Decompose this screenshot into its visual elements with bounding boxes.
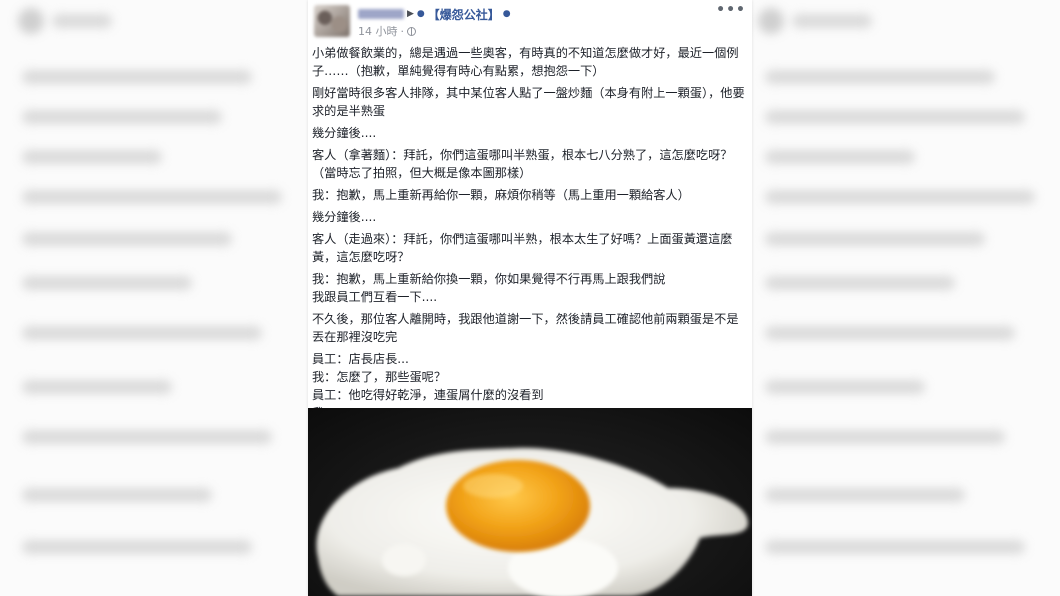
post-timestamp[interactable]: 14 小時 [358,23,398,39]
blurred-text [765,488,965,502]
post-body: 小弟做餐飲業的，總是遇過一些奧客，有時真的不知道怎麼做才好，最近一個例子……（抱… [312,44,748,422]
blurred-text [22,380,172,394]
blurred-text [765,276,955,290]
blurred-text [22,232,232,246]
blurred-text [22,70,252,84]
fried-egg-illustration [316,447,748,596]
blurred-text [52,14,112,28]
blurred-text [22,540,252,554]
blurred-text [22,488,212,502]
blurred-text [22,110,222,124]
post-paragraph: 幾分鐘後.... [312,126,377,140]
post-paragraph: 客人（走過來）：拜託，你們這蛋哪叫半熟，根本太生了好嗎？上面蛋黃還這麼黃，這怎麼… [312,232,733,264]
dialogue-line: 員工：他吃得好乾淨，連蛋屑什麼的沒看到 [312,388,544,402]
blurred-avatar [758,8,784,34]
globe-icon [407,26,416,36]
blurred-text [22,150,162,164]
post-paragraph: 不久後，那位客人離開時，我跟他道謝一下，然後請員工確認他前兩顆蛋是不是丟在那裡沒… [312,312,739,344]
blurred-author-name[interactable] [358,9,404,19]
dialogue-line: 我：怎麼了，那些蛋呢？ [312,370,447,384]
post-header: ▶ ● 【爆怨公社】 ● 14 小時 · ••• [308,0,752,40]
facebook-post: ▶ ● 【爆怨公社】 ● 14 小時 · ••• 小弟做餐飲業的，總是遇過一些奧… [308,0,752,596]
blurred-text [22,430,272,444]
blurred-text [765,232,985,246]
blurred-text [765,430,1005,444]
egg-white-bubble [382,544,426,576]
blurred-text [765,190,1035,204]
post-photo-fried-egg[interactable] [308,408,752,596]
author-line: ▶ ● 【爆怨公社】 ● [358,5,511,23]
blurred-text [765,110,1025,124]
blurred-avatar [18,8,44,34]
dialogue-line: 員工：店長店長... [312,352,409,366]
post-paragraph: 剛好當時很多客人排隊，其中某位客人點了一盤炒麵（本身有附上一顆蛋），他要求的是半… [312,86,745,118]
bullet-icon: ● [502,9,511,19]
blurred-text [765,150,915,164]
egg-yolk [446,460,590,552]
blurred-text [765,380,925,394]
blurred-text [765,540,1025,554]
separator-dot: · [400,24,405,38]
post-paragraph: 小弟做餐飲業的，總是遇過一些奧客，有時真的不知道怎麼做才好，最近一個例子……（抱… [312,46,739,78]
post-paragraph: 幾分鐘後.... [312,210,377,224]
post-paragraph: 我：抱歉，馬上重新再給你一顆，麻煩你稍等（馬上重用一顆給客人） [312,188,690,202]
blurred-text [22,326,262,340]
more-options-icon[interactable]: ••• [716,2,746,18]
bullet-icon: ● [416,9,425,19]
blurred-text [792,14,872,28]
group-name-link[interactable]: 【爆怨公社】 [428,6,500,23]
post-paragraph: 我：抱歉，馬上重新給你換一顆，你如果覺得不行再馬上跟我們說 我跟員工們互看一下.… [312,272,666,304]
blurred-text [765,70,995,84]
blurred-text [765,326,1015,340]
post-meta: 14 小時 · [358,23,416,39]
post-paragraph: 客人（拿著麵）：拜託，你們這蛋哪叫半熟蛋，根本七八分熟了，這怎麼吃呀？（當時忘了… [312,148,733,180]
avatar[interactable] [314,5,350,37]
yolk-highlight [463,474,523,498]
blurred-text [22,276,192,290]
arrow-right-icon: ▶ [407,9,414,19]
blurred-text [22,190,282,204]
